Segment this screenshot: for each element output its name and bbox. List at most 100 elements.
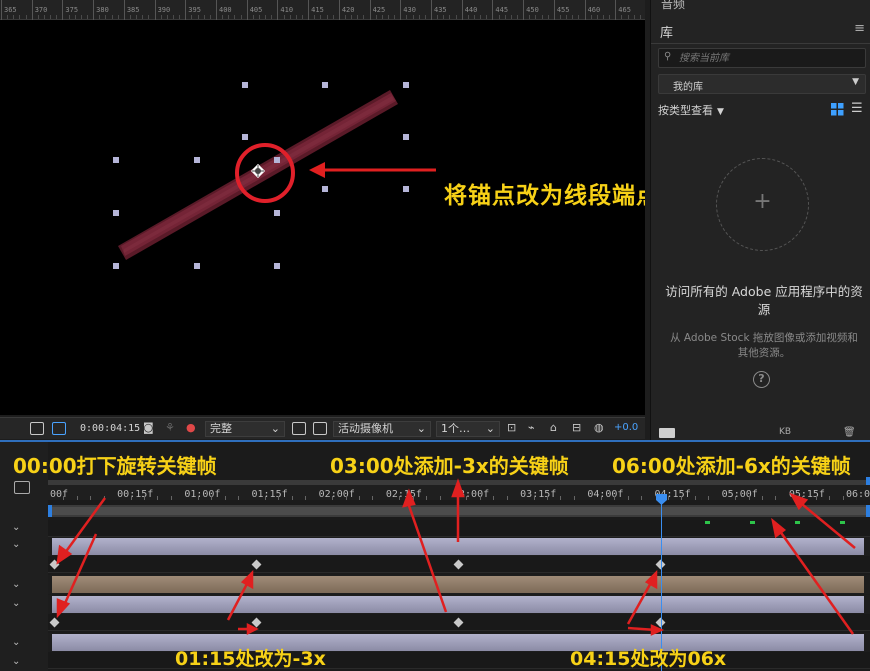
ruler-minor-tick bbox=[639, 15, 641, 19]
ruler-minor-tick bbox=[148, 15, 150, 19]
timeline-icon[interactable]: ⌁ bbox=[528, 421, 535, 434]
ruler-minor-tick bbox=[357, 15, 359, 19]
flowchart-icon[interactable]: ⌂ bbox=[550, 421, 557, 434]
composition-canvas[interactable] bbox=[0, 20, 645, 415]
exposure-value[interactable]: +0.0 bbox=[614, 422, 638, 433]
chevron-down-icon: ▼ bbox=[717, 107, 724, 117]
ruler-minor-tick bbox=[498, 15, 500, 19]
camera-view-dropdown[interactable]: 活动摄像机 ⌄ bbox=[333, 421, 431, 437]
ruler-minor-tick bbox=[566, 15, 568, 19]
library-sub-message: 从 Adobe Stock 拖放图像或添加视频和其他资源。 bbox=[670, 332, 858, 359]
annotation-keyframe-0115: 01:15处改为-3x bbox=[175, 648, 326, 670]
resolution-dropdown[interactable]: 完整 ⌄ bbox=[205, 421, 285, 437]
ruler-minor-tick bbox=[111, 15, 113, 19]
composition-viewer[interactable]: 将锚点改为线段端点 bbox=[0, 20, 645, 415]
library-title: 库 bbox=[660, 26, 674, 41]
ruler-minor-tick bbox=[609, 15, 611, 19]
ruler-minor-tick bbox=[443, 15, 445, 19]
ruler-minor-tick bbox=[314, 15, 316, 19]
ruler-minor-tick bbox=[535, 15, 537, 19]
show-snapshot-icon[interactable]: ⚘ bbox=[165, 421, 175, 434]
ruler-tick-label: 460 bbox=[584, 0, 601, 20]
anchor-annotation-text: 将锚点改为线段端点 bbox=[444, 183, 645, 209]
hamburger-menu-icon[interactable]: ≡ bbox=[854, 21, 865, 36]
list-view-icon[interactable]: ☰ bbox=[851, 101, 863, 116]
library-search-input[interactable] bbox=[679, 50, 859, 66]
ruler-minor-tick bbox=[510, 15, 512, 19]
ruler-minor-tick bbox=[455, 15, 457, 19]
view-by-label: 按类型查看 bbox=[658, 104, 713, 117]
reset-exposure-icon[interactable]: ⊟ bbox=[572, 421, 581, 434]
resolution-value: 完整 bbox=[210, 422, 232, 435]
grid-view-icon[interactable] bbox=[831, 103, 844, 116]
pixel-aspect-icon[interactable]: ⊡ bbox=[507, 421, 516, 434]
ruler-tick-label: 400 bbox=[216, 0, 232, 20]
ruler-minor-tick bbox=[320, 15, 322, 19]
ruler-minor-tick bbox=[166, 15, 168, 19]
ruler-minor-tick bbox=[80, 15, 82, 19]
ruler-minor-tick bbox=[375, 15, 377, 19]
ruler-minor-tick bbox=[326, 15, 328, 19]
ruler-minor-tick bbox=[418, 15, 420, 19]
annotation-keyframe-0000: 00:00打下旋转关键帧 bbox=[13, 454, 217, 478]
ruler-tick-label: 380 bbox=[93, 0, 109, 20]
ruler-minor-tick bbox=[173, 15, 174, 19]
ruler-minor-tick bbox=[633, 15, 635, 19]
ruler-tick-label: 420 bbox=[338, 0, 355, 20]
ruler-minor-tick bbox=[596, 15, 598, 19]
ruler-tick-label: 455 bbox=[553, 0, 570, 20]
exposure-icon[interactable]: ◍ bbox=[594, 421, 604, 434]
ruler-tick-label: 440 bbox=[461, 0, 478, 20]
region-of-interest-icon[interactable] bbox=[30, 422, 44, 435]
library-panel: 音频 库 ≡ ⚲ 我的库 ▼ 按类型查看 ▼ ☰ + 访问所有的 Adobe 应用… bbox=[650, 0, 870, 440]
ruler-minor-tick bbox=[50, 15, 52, 19]
color-channels-icon[interactable]: ● bbox=[186, 421, 196, 434]
trash-icon[interactable]: 🗑 bbox=[843, 427, 856, 438]
ruler-minor-tick bbox=[271, 15, 273, 19]
ruler-minor-tick bbox=[234, 15, 236, 19]
transparency-grid-icon[interactable] bbox=[52, 422, 66, 435]
ruler-tick-label: 365 bbox=[1, 0, 17, 20]
views-layout-dropdown[interactable]: 1个… ⌄ bbox=[436, 421, 500, 437]
ruler-minor-tick bbox=[179, 15, 181, 19]
ruler-tick-label: 445 bbox=[492, 0, 509, 20]
ruler-minor-tick bbox=[467, 15, 469, 19]
add-asset-button[interactable]: + bbox=[716, 158, 809, 251]
ruler-minor-tick bbox=[412, 15, 414, 19]
toggle-transparency-icon[interactable] bbox=[313, 422, 327, 435]
folder-icon[interactable] bbox=[659, 428, 675, 438]
library-select-value: 我的库 bbox=[673, 82, 703, 93]
ruler-minor-tick bbox=[209, 15, 211, 19]
ruler-minor-tick bbox=[191, 15, 193, 19]
info-icon[interactable]: ? bbox=[753, 371, 770, 388]
fast-previews-icon[interactable] bbox=[292, 422, 306, 435]
ruler-minor-tick bbox=[87, 15, 88, 19]
ruler-minor-tick bbox=[603, 15, 604, 19]
library-search[interactable]: ⚲ bbox=[658, 48, 866, 68]
plus-icon: + bbox=[753, 189, 772, 214]
ruler-minor-tick bbox=[547, 15, 549, 19]
ruler-tick-label: 425 bbox=[369, 0, 386, 20]
ruler-tick-label: 390 bbox=[154, 0, 171, 20]
ruler-minor-tick bbox=[252, 15, 254, 19]
timeline-panel: ⌄ ⌄ ⌄ ⌄ ⌄ ⌄ 00f 00:15f 01:00f 01:15f 02:00f 0… bbox=[0, 440, 870, 671]
ruler-minor-tick bbox=[590, 15, 592, 19]
ruler-minor-tick bbox=[265, 15, 267, 19]
audio-panel-tab[interactable]: 音频 bbox=[661, 0, 685, 12]
ruler-tick-label: 430 bbox=[400, 0, 416, 20]
horizontal-ruler[interactable]: 365 370 375 380 385 390 395 400 405 410 415 420 425 4… bbox=[0, 0, 645, 20]
library-size: KB bbox=[779, 427, 792, 437]
ruler-minor-tick bbox=[394, 15, 396, 19]
ruler-minor-tick bbox=[283, 15, 285, 19]
ruler-minor-tick bbox=[449, 15, 451, 19]
composition-panel[interactable]: 365 370 375 380 385 390 395 400 405 410 415 420 425 4… bbox=[0, 0, 645, 415]
composition-toolbar: 0:00:04:15 ◙ ⚘ ● 完整 ⌄ 活动摄像机 ⌄ 1个… ⌄ ⊡ ⌁ ⌂ ⊟… bbox=[0, 417, 645, 439]
library-select-dropdown[interactable]: 我的库 ▼ bbox=[658, 74, 866, 94]
view-by-type-dropdown[interactable]: 按类型查看 ▼ bbox=[658, 102, 724, 118]
app-window: 365 370 375 380 385 390 395 400 405 410 415 420 425 4… bbox=[0, 0, 870, 671]
ruler-tick-label: 450 bbox=[523, 0, 539, 20]
camera-snapshot-icon[interactable]: ◙ bbox=[143, 421, 154, 434]
ruler-minor-tick bbox=[142, 15, 144, 19]
current-time-display[interactable]: 0:00:04:15 bbox=[80, 423, 140, 434]
ruler-minor-tick bbox=[504, 15, 506, 19]
